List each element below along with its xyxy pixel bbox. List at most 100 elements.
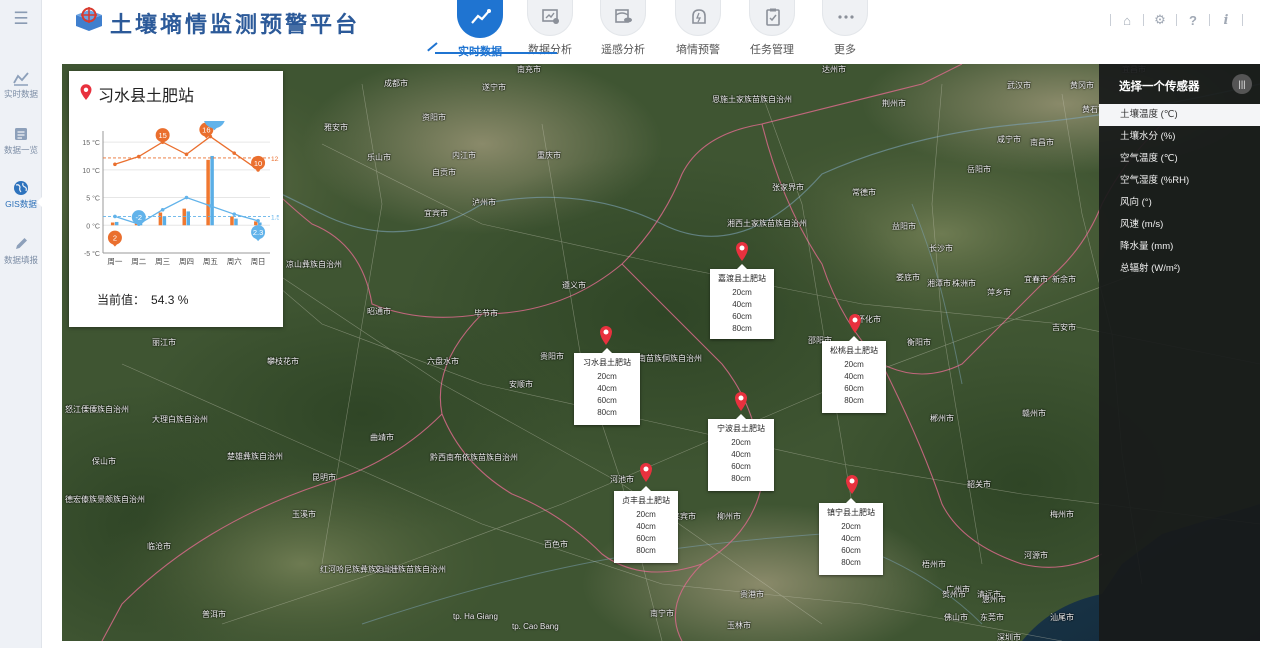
y-tick-label: -5 °C — [84, 250, 100, 258]
chart-marker-label: 2 — [113, 234, 117, 243]
y-tick-label: 0 °C — [86, 222, 100, 230]
globe-icon — [13, 180, 29, 196]
depth-80: 80cm — [844, 396, 864, 405]
depth-60: 60cm — [841, 546, 861, 555]
x-tick-label: 周日 — [251, 257, 266, 266]
station-pin-icon[interactable] — [848, 313, 862, 333]
sensor-panel-title: 选择一个传感器 — [1119, 81, 1200, 93]
depth-80: 80cm — [731, 474, 751, 483]
sensor-option[interactable]: 风速 (m/s) — [1099, 214, 1260, 236]
chart-point — [256, 219, 260, 223]
chart-marker-label: 15 — [158, 131, 166, 140]
chart-bar — [114, 221, 119, 226]
weekly-chart: 15 °C 10 °C 5 °C 0 °C -5 °C 周一周二周三周四周五周六周日 12.… — [82, 121, 279, 266]
station-pin-icon[interactable] — [845, 474, 859, 494]
depth-60: 60cm — [731, 462, 751, 471]
station-pin-icon[interactable] — [735, 241, 749, 261]
depth-20: 20cm — [732, 288, 752, 297]
depth-60: 60cm — [732, 312, 752, 321]
mean-line-label: 1.57 — [271, 215, 279, 222]
depth-20: 20cm — [844, 360, 864, 369]
header-toolbar: ⌂ ⚙ ? i — [1101, 12, 1252, 28]
chart-point — [113, 162, 117, 167]
station-label-card[interactable]: 镇宁县土肥站 20cm 40cm 60cm 80cm — [819, 498, 883, 575]
module-tab-analysis[interactable]: 数据分析 — [518, 0, 582, 60]
chart-point — [232, 212, 237, 216]
module-tab-label: 数据分析 — [528, 44, 572, 56]
station-label-card[interactable]: 宁波县土肥站 20cm 40cm 60cm 80cm — [708, 414, 774, 491]
chart-marker-label: 2.3 — [253, 228, 263, 237]
y-tick-label: 5 °C — [86, 195, 100, 203]
sidebar-item-label: GIS数据 — [5, 199, 37, 209]
chart-bar — [230, 216, 234, 226]
sensor-option[interactable]: 土壤水分 (%) — [1099, 126, 1260, 148]
clipboard-task-icon — [766, 8, 780, 26]
sensor-option[interactable]: 总辐射 (W/m²) — [1099, 258, 1260, 280]
chart-bar — [258, 222, 262, 226]
collapse-panel-icon[interactable]: ||| — [1232, 74, 1252, 94]
station-title: 习水县土肥站 — [98, 88, 195, 105]
chart-bar — [162, 216, 167, 226]
chart-point — [184, 152, 189, 157]
x-tick-label: 周五 — [203, 257, 218, 266]
sensor-option[interactable]: 风向 (°) — [1099, 192, 1260, 214]
module-tab-realtime[interactable]: 实时数据 — [448, 0, 512, 60]
module-tab-more[interactable]: 更多 — [813, 0, 877, 60]
module-tab-label: 墒情预警 — [676, 44, 720, 56]
station-pin-icon[interactable] — [639, 462, 653, 482]
top-header: 土壤墒情监测预警平台 实时数据 数据分析 遥感分析 墒情预警 任务管理 更多 ⌂… — [42, 0, 1266, 64]
analysis-report-icon — [542, 9, 559, 24]
x-tick-label: 周一 — [107, 257, 122, 266]
sensor-option[interactable]: 土壤温度 (℃) — [1099, 104, 1260, 126]
chart-marker-label: 382.2 — [206, 121, 224, 122]
station-name: 嘉渡县土肥站 — [718, 274, 766, 283]
left-sidebar: ☰ 实时数据 数据一览 GIS数据 数据填报 — [0, 0, 43, 648]
sensor-option[interactable]: 空气湿度 (%RH) — [1099, 170, 1260, 192]
hamburger-menu-icon[interactable]: ☰ — [11, 10, 31, 28]
station-label-card[interactable]: 松桃县土肥站 20cm 40cm 60cm 80cm — [822, 336, 886, 413]
depth-80: 80cm — [732, 324, 752, 333]
chart-marker-label: -2 — [135, 213, 142, 222]
station-name: 习水县土肥站 — [583, 358, 631, 367]
station-name: 宁波县土肥站 — [717, 424, 765, 433]
depth-40: 40cm — [597, 384, 617, 393]
help-icon[interactable]: ? — [1186, 13, 1200, 28]
module-tab-alert[interactable]: 墒情预警 — [666, 0, 730, 60]
depth-40: 40cm — [844, 372, 864, 381]
depth-40: 40cm — [732, 300, 752, 309]
sidebar-item-label: 实时数据 — [3, 89, 38, 99]
sidebar-item-data-entry[interactable]: 数据填报 — [0, 236, 42, 284]
station-label-card[interactable]: 贞丰县土肥站 20cm 40cm 60cm 80cm — [614, 486, 678, 563]
module-tab-task[interactable]: 任务管理 — [740, 0, 804, 60]
chart-point — [160, 207, 165, 212]
sidebar-item-data-list[interactable]: 数据一览 — [0, 126, 42, 174]
chart-bar — [206, 159, 210, 226]
station-name: 镇宁县土肥站 — [827, 508, 875, 517]
chart-bar — [158, 212, 163, 226]
sidebar-item-gis[interactable]: GIS数据 — [0, 180, 43, 228]
chart-bar — [186, 211, 190, 226]
module-tab-remote-sensing[interactable]: 遥感分析 — [591, 0, 655, 60]
alert-bell-icon — [692, 9, 706, 24]
sensor-selector-panel: 选择一个传感器 ||| 土壤温度 (℃) 土壤水分 (%) 空气温度 (℃) 空… — [1099, 64, 1260, 641]
info-icon[interactable]: i — [1219, 13, 1233, 28]
module-tab-label: 更多 — [834, 44, 856, 56]
chart-point — [232, 151, 237, 155]
sensor-option[interactable]: 空气温度 (℃) — [1099, 148, 1260, 170]
depth-80: 80cm — [841, 558, 861, 567]
sensor-option[interactable]: 降水量 (mm) — [1099, 236, 1260, 258]
y-tick-label: 15 °C — [82, 139, 100, 147]
station-pin-icon[interactable] — [734, 391, 748, 411]
station-label-card[interactable]: 习水县土肥站 20cm 40cm 60cm 80cm — [574, 348, 640, 425]
home-icon[interactable]: ⌂ — [1120, 13, 1134, 28]
app-title: 土壤墒情监测预警平台 — [110, 12, 361, 38]
station-label-card[interactable]: 嘉渡县土肥站 20cm 40cm 60cm 80cm — [710, 264, 774, 339]
mean-line-label: 12.14 — [271, 156, 279, 163]
module-tab-label: 实时数据 — [448, 43, 512, 59]
realtime-chart-icon — [13, 70, 29, 86]
settings-gear-icon[interactable]: ⚙ — [1153, 12, 1167, 28]
sidebar-item-realtime[interactable]: 实时数据 — [0, 70, 42, 118]
station-pin-icon[interactable] — [599, 325, 613, 345]
depth-40: 40cm — [731, 450, 751, 459]
depth-80: 80cm — [597, 408, 617, 417]
